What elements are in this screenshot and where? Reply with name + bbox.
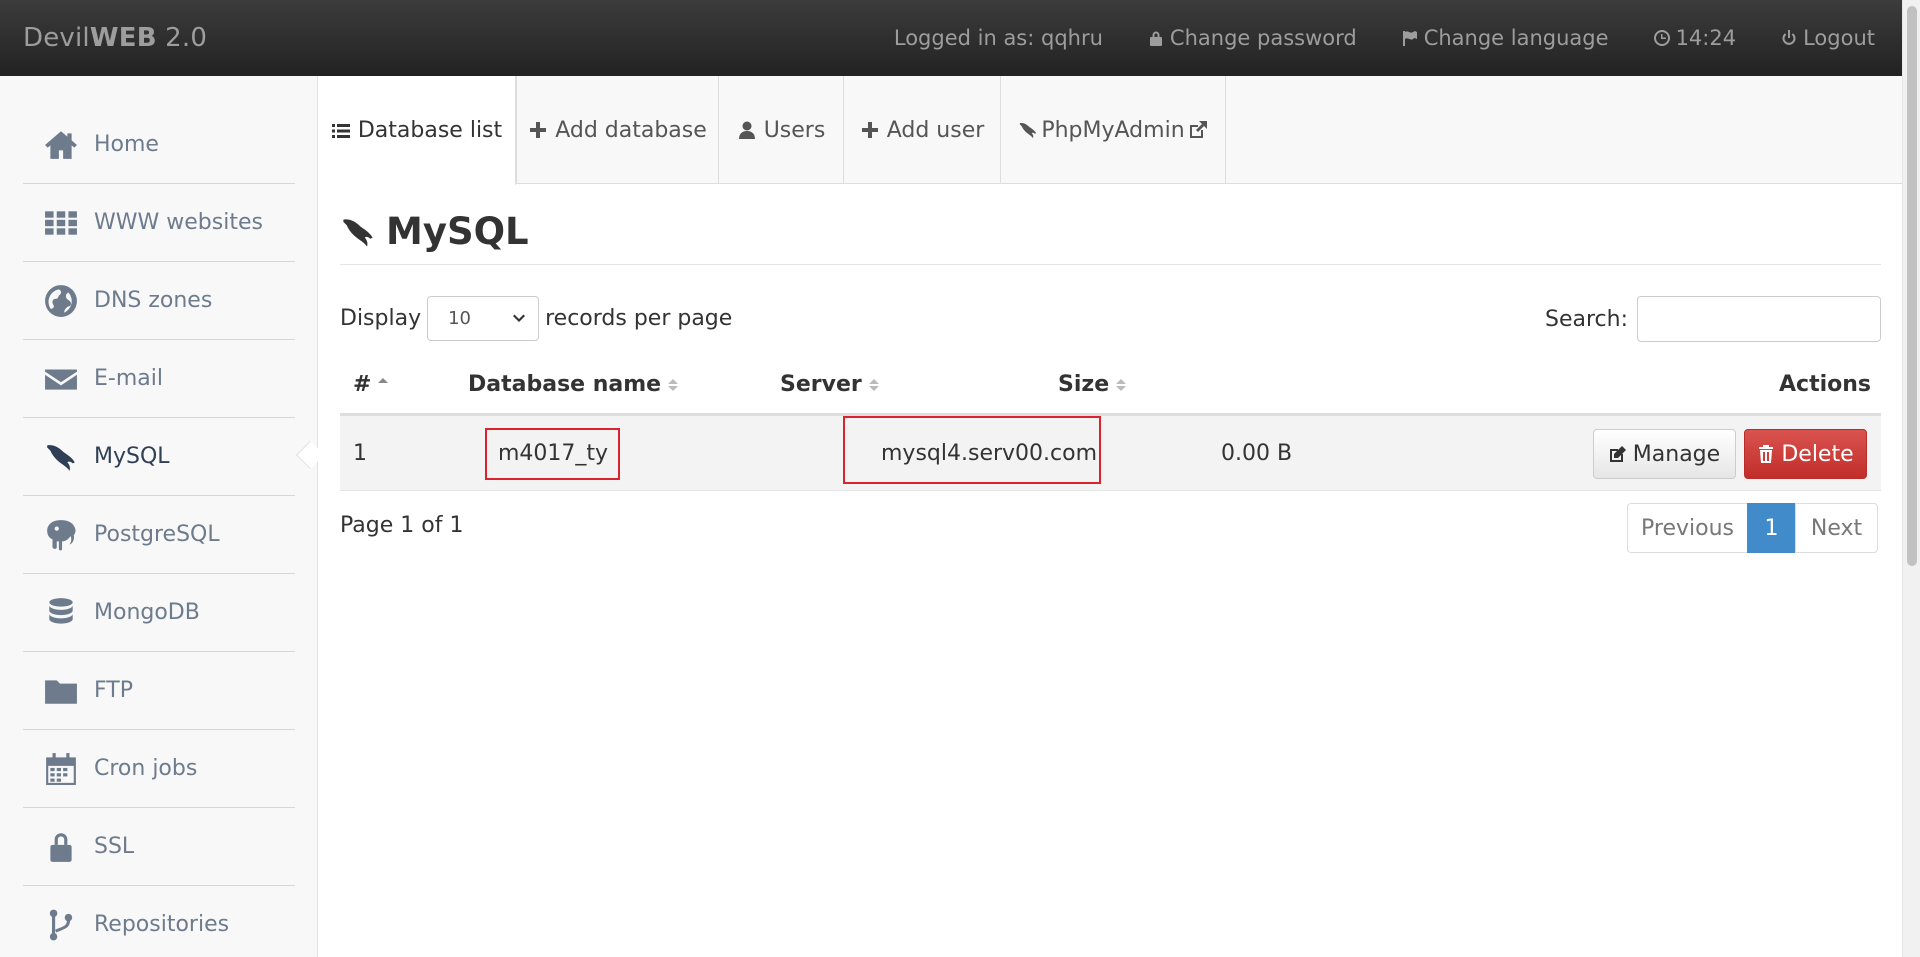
clock-display: 14:24 (1653, 26, 1736, 50)
records-label: records per page (545, 306, 733, 331)
column-header-server[interactable]: Server (780, 372, 880, 397)
navbar-right: Logged in as: qqhru Change password Chan… (849, 26, 1875, 50)
lock-icon (1149, 31, 1162, 46)
sidebar-item-cron-jobs[interactable]: Cron jobs (23, 730, 295, 808)
page-1-button[interactable]: 1 (1747, 503, 1796, 553)
grid-icon (43, 205, 79, 241)
lock-icon (43, 829, 79, 865)
database-icon (43, 595, 79, 631)
brand-logo[interactable]: DevilWEB 2.0 (23, 23, 207, 53)
sidebar-item-home[interactable]: Home (23, 106, 295, 184)
search-control: Search: (1545, 296, 1881, 342)
previous-page-button[interactable]: Previous (1627, 503, 1748, 553)
globe-icon (43, 283, 79, 319)
tab-bar: Database list Add database Users Add use… (318, 76, 1904, 185)
sort-icon (668, 378, 679, 391)
tab-add-database[interactable]: Add database (516, 76, 719, 184)
sort-icon (868, 378, 879, 391)
scrollbar-thumb[interactable] (1907, 6, 1917, 566)
search-input[interactable] (1637, 296, 1881, 342)
sidebar-item-email[interactable]: E-mail (23, 340, 295, 418)
clock-icon (1653, 30, 1670, 46)
cell-number: 1 (353, 441, 367, 466)
logged-in-label: Logged in as: qqhru (893, 26, 1103, 50)
dolphin-icon (343, 218, 373, 247)
tab-phpmyadmin[interactable]: PhpMyAdmin (1001, 76, 1226, 184)
table-row: 1 m4017_ty mysql4.serv00.com 0.00 B Mana… (340, 416, 1881, 491)
table-header: # Database name Server Size Actions (340, 364, 1881, 416)
sidebar-item-dns-zones[interactable]: DNS zones (23, 262, 295, 340)
external-link-icon (1189, 121, 1207, 138)
next-page-button[interactable]: Next (1795, 503, 1878, 553)
folder-icon (43, 673, 79, 709)
envelope-icon (43, 361, 79, 397)
page-title: MySQL (340, 210, 529, 253)
records-per-page-select[interactable]: 10 (427, 296, 540, 341)
user-icon (738, 121, 755, 139)
flag-icon (1402, 31, 1417, 46)
title-divider (340, 264, 1881, 265)
chevron-down-icon (513, 314, 526, 322)
tab-add-user[interactable]: Add user (844, 76, 1001, 184)
branch-icon (43, 907, 79, 943)
page-length-control: Display 10 records per page (340, 296, 732, 341)
dolphin-icon (1020, 123, 1037, 139)
sidebar-item-ftp[interactable]: FTP (23, 652, 295, 730)
display-label: Display (340, 306, 422, 331)
edit-icon (1609, 446, 1626, 462)
manage-button[interactable]: Manage (1593, 429, 1736, 479)
calendar-icon (43, 751, 79, 787)
column-header-number[interactable]: # (353, 372, 389, 397)
cell-size: 0.00 B (1221, 441, 1293, 466)
change-language-link[interactable]: Change language (1402, 26, 1609, 50)
list-icon (331, 123, 350, 138)
sort-icon (1116, 378, 1127, 391)
pagination: Previous 1 Next (1627, 503, 1878, 553)
sort-asc-icon (378, 377, 389, 383)
trash-icon (1759, 445, 1774, 463)
page-info: Page 1 of 1 (340, 513, 464, 538)
sidebar-item-www-websites[interactable]: WWW websites (23, 184, 295, 262)
sidebar-item-postgresql[interactable]: PostgreSQL (23, 496, 295, 574)
sidebar-item-mysql[interactable]: MySQL (23, 418, 295, 496)
column-header-actions: Actions (1779, 372, 1871, 397)
power-icon (1782, 30, 1796, 45)
sidebar-item-mongodb[interactable]: MongoDB (23, 574, 295, 652)
home-icon (43, 127, 79, 163)
tab-database-list[interactable]: Database list (318, 76, 516, 185)
records-per-page-value: 10 (448, 308, 471, 329)
dolphin-icon (43, 439, 79, 475)
sidebar-item-ssl[interactable]: SSL (23, 808, 295, 886)
top-navbar: DevilWEB 2.0 Logged in as: qqhru Change … (0, 0, 1902, 76)
column-header-database-name[interactable]: Database name (468, 372, 679, 397)
plus-icon (861, 122, 878, 138)
cell-database-name: m4017_ty (498, 441, 609, 466)
elephant-icon (43, 517, 79, 553)
delete-button[interactable]: Delete (1744, 429, 1867, 479)
sidebar: Home WWW websites DNS zones E-mail MySQL… (0, 76, 318, 957)
column-header-size[interactable]: Size (1058, 372, 1127, 397)
page-scrollbar[interactable] (1902, 0, 1920, 957)
change-password-link[interactable]: Change password (1148, 26, 1357, 50)
plus-icon (530, 122, 547, 138)
tab-users[interactable]: Users (719, 76, 844, 184)
cell-server: mysql4.serv00.com (881, 441, 1098, 466)
sidebar-item-repositories[interactable]: Repositories (23, 886, 295, 957)
logout-link[interactable]: Logout (1781, 26, 1875, 50)
search-label: Search: (1545, 306, 1628, 332)
